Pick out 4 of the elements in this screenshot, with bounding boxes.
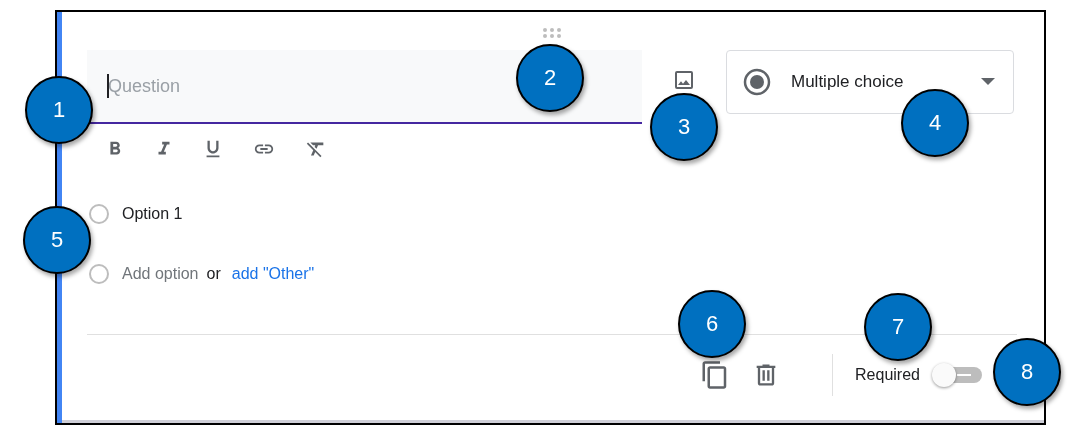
callout-marker: 1: [25, 76, 93, 144]
callout-marker: 5: [23, 206, 91, 274]
or-text: or: [206, 265, 221, 283]
required-label: Required: [855, 366, 920, 384]
